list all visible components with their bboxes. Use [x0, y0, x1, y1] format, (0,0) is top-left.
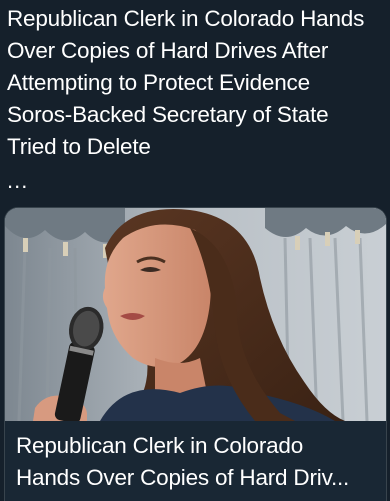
tweet-text-line: Republican Clerk in Colorado Hands — [7, 6, 365, 31]
tweet-text-line: Attempting to Protect Evidence — [7, 70, 310, 95]
woman-with-microphone-photo — [5, 208, 386, 421]
link-preview-card[interactable]: Republican Clerk in Colorado Hands Over … — [4, 207, 387, 501]
card-title[interactable]: Republican Clerk in Colorado Hands Over … — [16, 430, 381, 494]
card-image[interactable] — [5, 208, 386, 421]
tweet-text-line: Over Copies of Hard Drives After — [7, 38, 329, 63]
card-title-line: Hands Over Copies of Hard Driv... — [16, 465, 350, 490]
tweet-text-line: Tried to Delete — [7, 134, 151, 159]
tweet-text-line: Soros-Backed Secretary of State — [7, 102, 329, 127]
show-more-ellipsis[interactable]: ... — [7, 169, 28, 193]
card-title-line: Republican Clerk in Colorado — [16, 433, 304, 458]
tweet-text: Republican Clerk in Colorado Hands Over … — [7, 3, 385, 163]
